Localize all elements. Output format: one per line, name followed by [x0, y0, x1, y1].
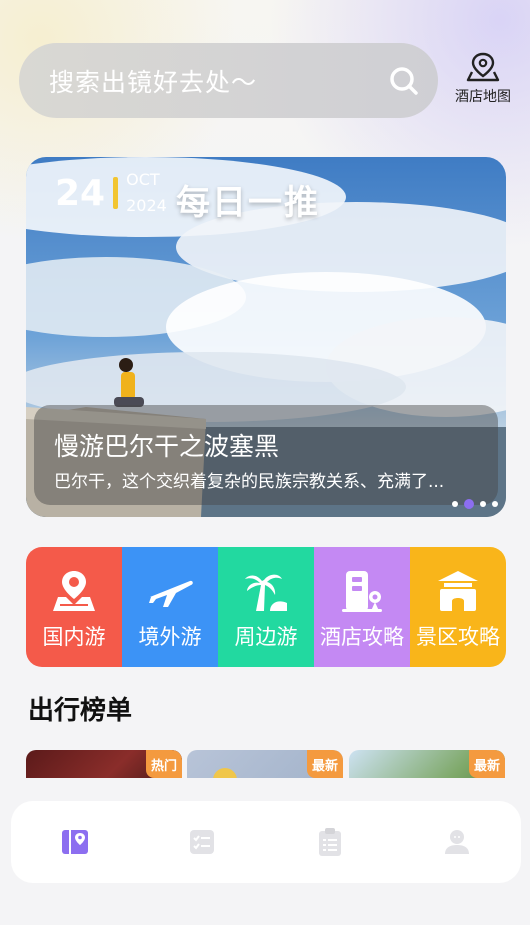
section-title: 出行榜单 [28, 696, 133, 726]
map-icon [53, 571, 95, 611]
gate-icon [438, 571, 478, 611]
daily-recommend-label: 每日一推 [176, 183, 320, 223]
carousel-dot[interactable] [452, 501, 458, 507]
tab-notes[interactable] [266, 801, 394, 883]
tab-discover[interactable] [11, 801, 139, 883]
search-placeholder: 搜索出镜好去处～ [49, 67, 258, 97]
palm-tree-icon [245, 574, 287, 611]
tab-checklist[interactable] [139, 801, 267, 883]
bookmark-map-icon [61, 830, 88, 854]
hotel-map-button[interactable]: 酒店地图 [448, 52, 518, 112]
rank-card-tag: 最新 [469, 750, 505, 778]
date-month: OCT [126, 170, 160, 189]
search-bar[interactable]: 搜索出镜好去处～ [19, 43, 438, 118]
rank-card[interactable]: 最新 [187, 750, 343, 778]
banner-description: 巴尔干，这个交织着复杂的民族宗教关系、充满了... [54, 472, 445, 492]
date-day: 24 [55, 172, 106, 214]
clipboard-icon [318, 828, 341, 856]
rank-card-tag: 最新 [307, 750, 343, 778]
category-label: 国内游 [42, 625, 106, 649]
hotel-map-label: 酒店地图 [455, 89, 511, 105]
rank-card-list: 热门 最新 最新 [26, 750, 516, 778]
tab-profile[interactable] [394, 801, 522, 883]
category-nearby[interactable]: 周边游 [218, 547, 314, 667]
checklist-icon [190, 830, 215, 854]
rank-card[interactable]: 最新 [349, 750, 505, 778]
category-scenic-guide[interactable]: 景区攻略 [410, 547, 506, 667]
category-label: 景区攻略 [416, 625, 500, 649]
card-image-detail [213, 768, 237, 778]
carousel-dot-active[interactable] [464, 499, 474, 509]
carousel-dots [452, 499, 498, 509]
date-divider [113, 177, 119, 209]
category-label: 境外游 [138, 625, 202, 649]
banner-date: 24 OCT 2024 [55, 167, 167, 219]
date-year: 2024 [126, 196, 167, 215]
bottom-tab-bar [11, 801, 521, 883]
hotel-icon [342, 571, 382, 612]
category-hotel-guide[interactable]: 酒店攻略 [314, 547, 410, 667]
search-icon[interactable] [388, 65, 420, 97]
category-label: 酒店攻略 [320, 625, 404, 649]
map-pin-icon [466, 52, 500, 82]
banner-title: 慢游巴尔干之波塞黑 [54, 432, 280, 461]
rank-card[interactable]: 热门 [26, 750, 182, 778]
daily-recommend-banner[interactable]: 24 OCT 2024 每日一推 慢游巴尔干之波塞黑 巴尔干，这个交织着复杂的民… [26, 157, 506, 517]
rank-card-tag: 热门 [146, 750, 182, 778]
category-domestic[interactable]: 国内游 [26, 547, 122, 667]
user-icon [445, 830, 470, 854]
banner-caption: 慢游巴尔干之波塞黑 巴尔干，这个交织着复杂的民族宗教关系、充满了... [34, 405, 498, 505]
carousel-dot[interactable] [480, 501, 486, 507]
category-overseas[interactable]: 境外游 [122, 547, 218, 667]
airplane-icon [149, 580, 193, 607]
category-grid: 国内游 境外游 周边游 酒店攻略 景区攻略 [26, 547, 506, 667]
carousel-dot[interactable] [492, 501, 498, 507]
category-label: 周边游 [234, 625, 298, 649]
